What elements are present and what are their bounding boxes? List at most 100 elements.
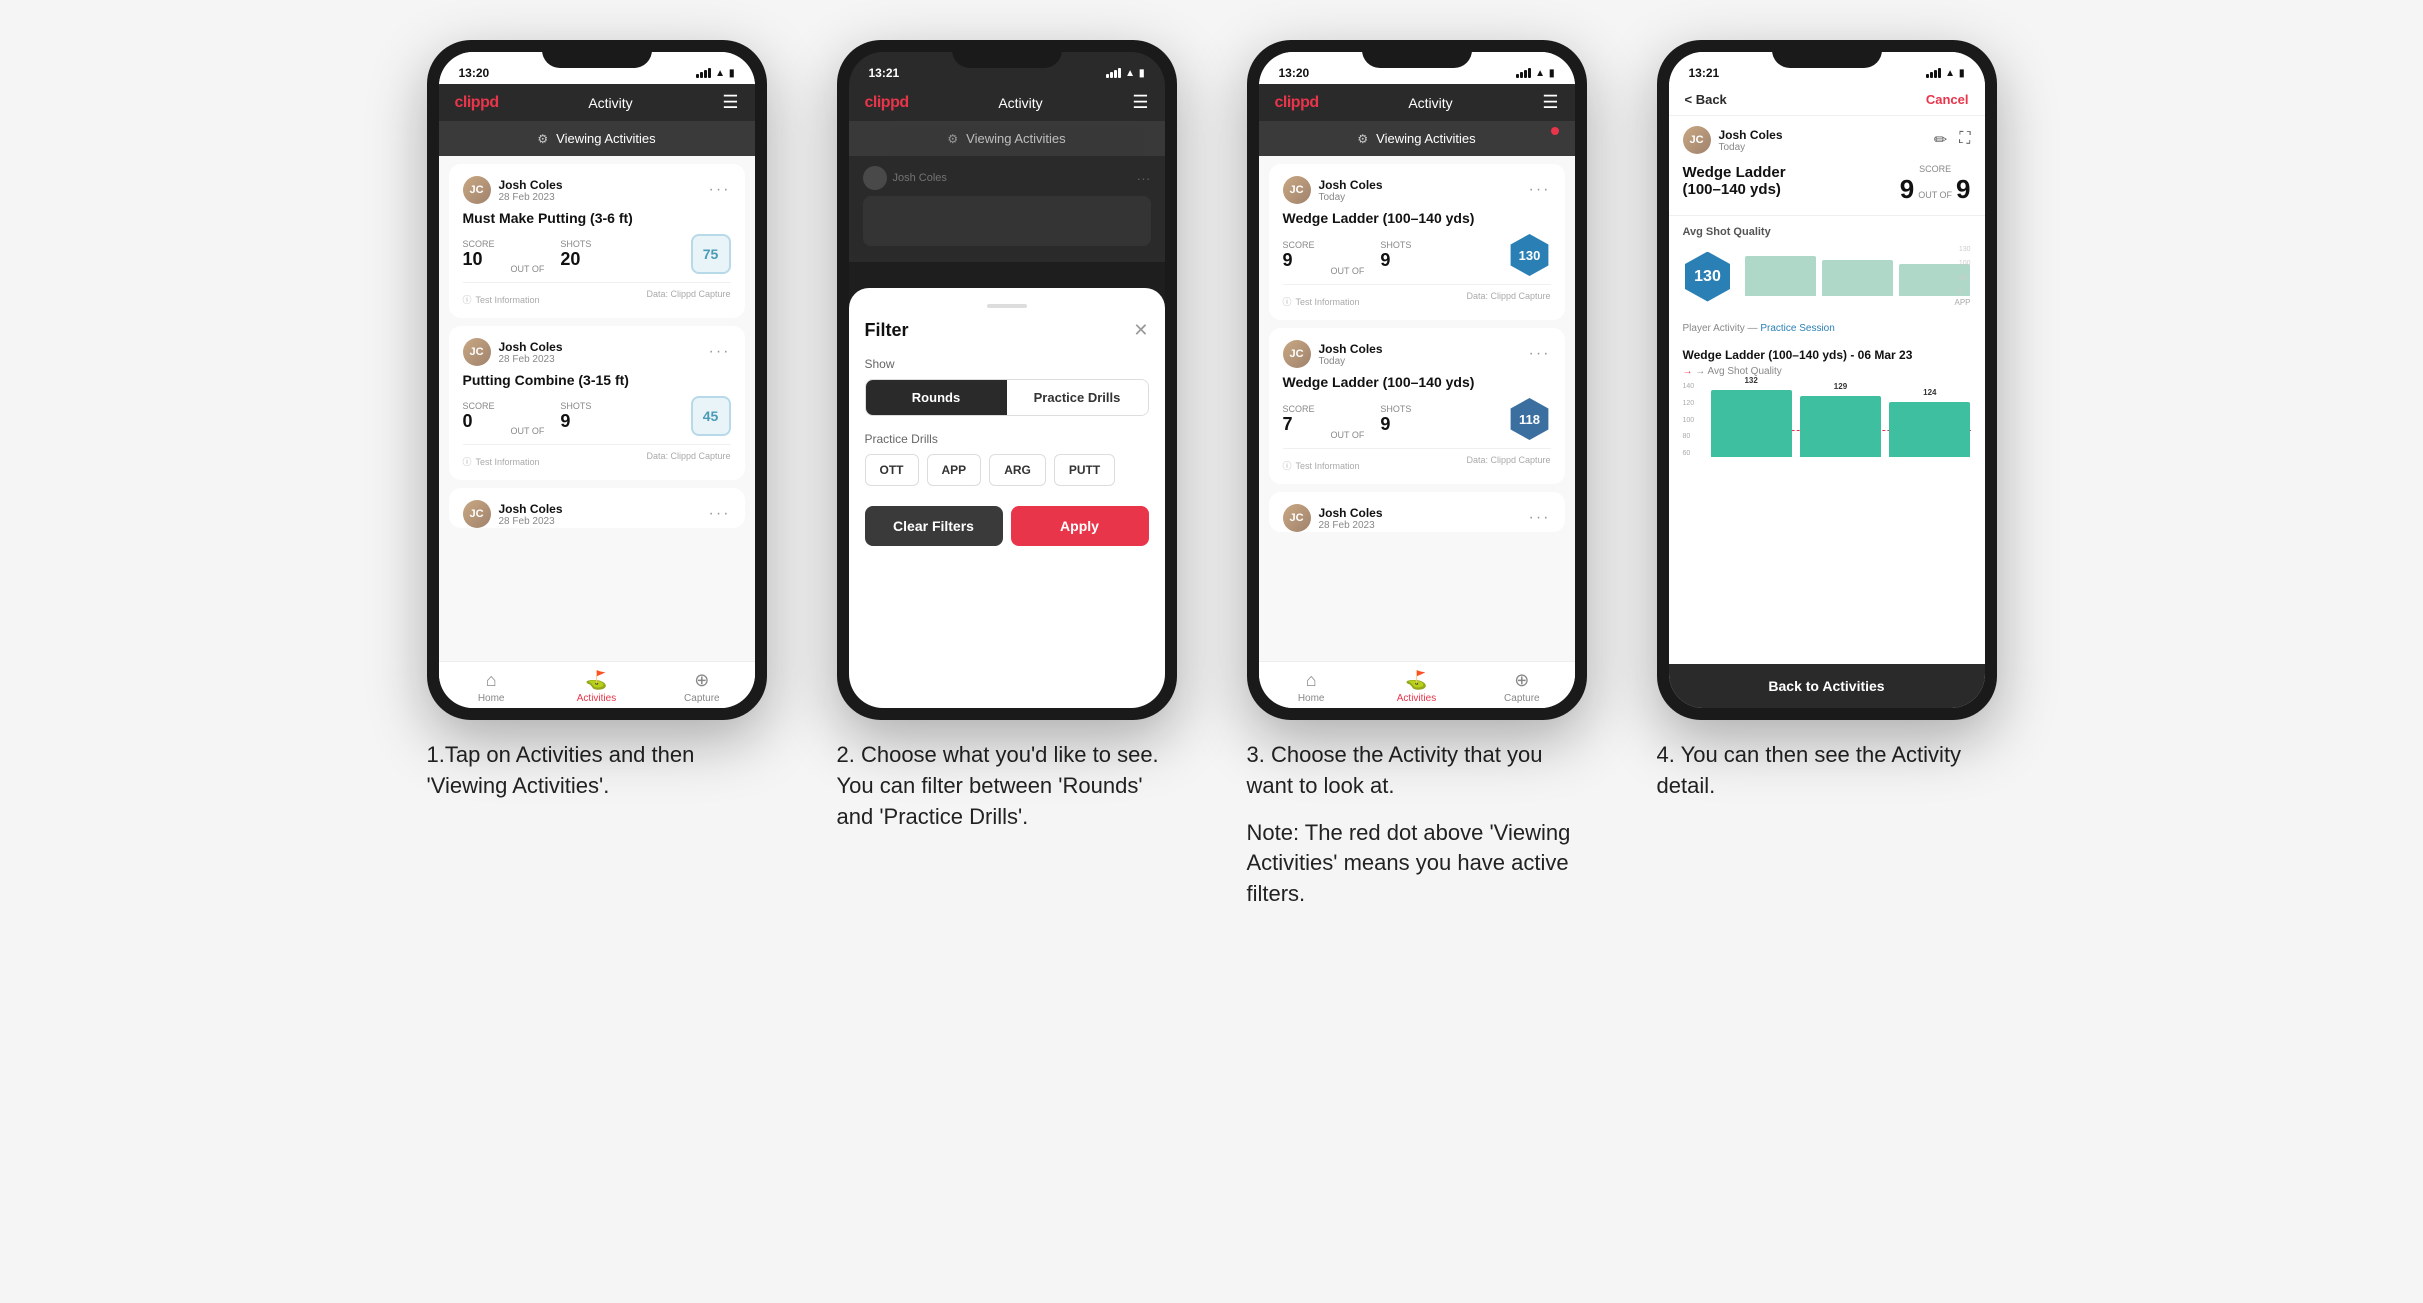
nav-home[interactable]: ⌂ Home — [439, 670, 544, 704]
avatar-p3-2: JC — [1283, 340, 1311, 368]
card1-title: Must Make Putting (3-6 ft) — [463, 210, 731, 226]
clippd-logo-3: clippd — [1275, 94, 1319, 112]
battery-icon-3: ▮ — [1549, 68, 1555, 79]
practice-session-link[interactable]: Practice Session — [1760, 323, 1834, 334]
clippd-logo-2: clippd — [865, 94, 909, 112]
capture-icon: ⊕ — [694, 670, 709, 691]
viewing-activities-text: Viewing Activities — [556, 131, 655, 146]
filter-icon-3: ⚙ — [1357, 132, 1368, 146]
activity-card-1[interactable]: JC Josh Coles 28 Feb 2023 ··· Must Make … — [449, 164, 745, 318]
filter-header: Filter ✕ — [865, 320, 1149, 341]
phone1-time: 13:20 — [459, 66, 490, 80]
phone4-activity-title: Wedge Ladder(100–140 yds) — [1683, 164, 1892, 198]
phone4-user-info: JC Josh Coles Today — [1683, 126, 1783, 154]
red-dot-indicator — [1551, 127, 1559, 135]
nav-capture[interactable]: ⊕ Capture — [649, 670, 754, 704]
info-icon-2: ⓘ — [463, 455, 472, 468]
phone3-inner: 13:20 ▲ ▮ clippd Acti — [1259, 52, 1575, 708]
filter-drill-row: OTT APP ARG PUTT — [865, 454, 1149, 486]
activity-card-2[interactable]: JC Josh Coles 28 Feb 2023 ··· Putting Co… — [449, 326, 745, 480]
close-icon[interactable]: ✕ — [1133, 320, 1148, 341]
sq-value-2: 45 — [703, 408, 719, 424]
drill-arg[interactable]: ARG — [989, 454, 1046, 486]
phone2: 13:21 ▲ ▮ clippd Acti — [837, 40, 1177, 720]
more-options-icon-2[interactable]: ··· — [709, 343, 731, 361]
phone3-app-header: clippd Activity ☰ — [1259, 84, 1575, 121]
phone1-inner: 13:20 ▲ ▮ clippd Acti — [439, 52, 755, 708]
card2-user-name: Josh Coles — [499, 340, 563, 354]
phone4-status-icons: ▲ ▮ — [1926, 68, 1964, 79]
shot-quality-badge-2: 45 — [691, 396, 731, 436]
phone2-viewing-banner: ⚙ Viewing Activities — [849, 121, 1165, 156]
menu-icon[interactable]: ☰ — [722, 92, 738, 113]
drill-putt[interactable]: PUTT — [1054, 454, 1115, 486]
drill-app[interactable]: APP — [927, 454, 982, 486]
phone2-header-title: Activity — [998, 95, 1042, 111]
menu-icon-2[interactable]: ☰ — [1132, 92, 1148, 113]
card-p3-1-user: JC Josh Coles Today — [1283, 176, 1383, 204]
card1-user-name: Josh Coles — [499, 178, 563, 192]
phone1-column: 13:20 ▲ ▮ clippd Acti — [412, 40, 782, 802]
phone4-user-date: Today — [1719, 142, 1783, 153]
wedge-bar-chart: 140 120 100 80 60 132 — [1683, 383, 1971, 473]
phone2-blurred-bg: Josh Coles ··· — [849, 156, 1165, 262]
score-block: Score 9 OUT OF 9 — [1900, 164, 1971, 205]
nav-activities-label: Activities — [577, 693, 616, 704]
filter-handle — [987, 304, 1027, 308]
card3-user-name: Josh Coles — [499, 502, 563, 516]
home-icon-3: ⌂ — [1306, 670, 1317, 691]
wifi-icon-4: ▲ — [1945, 68, 1955, 79]
shot-quality-badge-1: 75 — [691, 234, 731, 274]
out-of-text-2: OUT OF — [511, 426, 545, 436]
battery-icon: ▮ — [729, 68, 735, 79]
info-icon-p3-2: ⓘ — [1283, 459, 1292, 472]
phone4-detail-header: < Back Cancel — [1669, 84, 1985, 116]
wifi-icon-3: ▲ — [1535, 68, 1545, 79]
card1-header: JC Josh Coles 28 Feb 2023 ··· — [463, 176, 731, 204]
card1-stats: Score 10 OUT OF Shots 20 75 — [463, 234, 731, 274]
practice-drills-button[interactable]: Practice Drills — [1007, 380, 1148, 415]
show-label: Show — [865, 357, 1149, 371]
back-to-activities-button[interactable]: Back to Activities — [1669, 664, 1985, 708]
clear-filters-button[interactable]: Clear Filters — [865, 506, 1003, 546]
avatar-1: JC — [463, 176, 491, 204]
card2-score: Score 0 — [463, 401, 495, 432]
card3-user-date: 28 Feb 2023 — [499, 516, 563, 527]
back-button[interactable]: < Back — [1685, 92, 1727, 107]
filter-actions: Clear Filters Apply — [865, 506, 1149, 546]
edit-icon[interactable]: ✏ — [1934, 130, 1947, 150]
card3-header: JC Josh Coles 28 Feb 2023 ··· — [463, 500, 731, 528]
more-options-icon-3[interactable]: ··· — [709, 505, 731, 523]
card2-user: JC Josh Coles 28 Feb 2023 — [463, 338, 563, 366]
activity-card-p3-1[interactable]: JC Josh Coles Today ··· Wedge Ladder (10… — [1269, 164, 1565, 320]
more-options-p3-1[interactable]: ··· — [1529, 181, 1551, 199]
cancel-button[interactable]: Cancel — [1926, 92, 1969, 107]
apply-button[interactable]: Apply — [1011, 506, 1149, 546]
nav-home-3[interactable]: ⌂ Home — [1259, 670, 1364, 704]
player-activity-label: Player Activity — Practice Session — [1669, 317, 1985, 340]
test-info: Test Information — [476, 295, 540, 305]
phone1-header-title: Activity — [588, 95, 632, 111]
card1-score: Score 10 — [463, 239, 495, 270]
phone1-viewing-banner[interactable]: ⚙ Viewing Activities — [439, 121, 755, 156]
phone3-viewing-banner[interactable]: ⚙ Viewing Activities — [1259, 121, 1575, 156]
shots-value: 20 — [560, 249, 591, 270]
menu-icon-3[interactable]: ☰ — [1542, 92, 1558, 113]
rounds-button[interactable]: Rounds — [866, 380, 1007, 415]
card1-user-date: 28 Feb 2023 — [499, 192, 563, 203]
card2-stats: Score 0 OUT OF Shots 9 45 — [463, 396, 731, 436]
nav-activities[interactable]: ⛳ Activities — [544, 670, 649, 704]
activity-card-p3-2[interactable]: JC Josh Coles Today ··· Wedge Ladder (10… — [1269, 328, 1565, 484]
phone4-avg-sq: Avg Shot Quality 130 1 — [1669, 216, 1985, 317]
signal-icon-3 — [1516, 68, 1531, 78]
phone4-user-name: Josh Coles — [1719, 128, 1783, 142]
expand-icon[interactable]: ⛶ — [1959, 130, 1970, 150]
wedge-chart-title: Wedge Ladder (100–140 yds) - 06 Mar 23 — [1683, 348, 1971, 362]
nav-capture-3[interactable]: ⊕ Capture — [1469, 670, 1574, 704]
nav-activities-3[interactable]: ⛳ Activities — [1364, 670, 1469, 704]
filter-icon: ⚙ — [537, 132, 548, 146]
score-header: Score — [1919, 164, 1951, 174]
drill-ott[interactable]: OTT — [865, 454, 919, 486]
more-options-icon[interactable]: ··· — [709, 181, 731, 199]
more-options-p3-2[interactable]: ··· — [1529, 345, 1551, 363]
